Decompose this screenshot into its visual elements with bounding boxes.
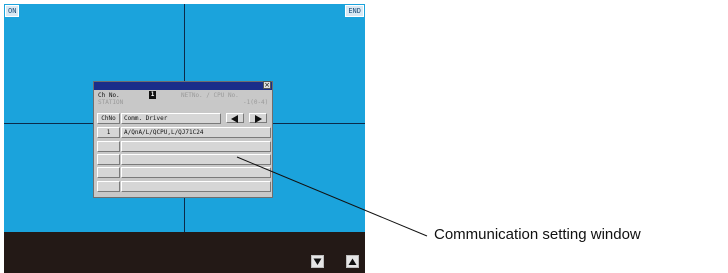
callout-label: Communication setting window <box>434 226 641 243</box>
